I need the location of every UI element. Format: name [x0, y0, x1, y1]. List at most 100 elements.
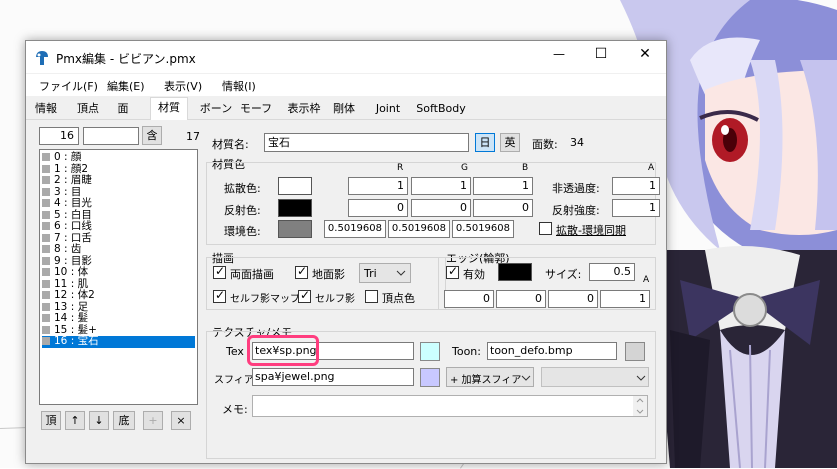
edge-a-label: A: [643, 275, 650, 285]
sphere-mode-value: + 加算スフィア: [450, 375, 522, 386]
include-button[interactable]: 含: [142, 126, 162, 145]
self-shadow-checkbox[interactable]: [298, 288, 311, 303]
list-item-label: 12 : 体2: [54, 289, 95, 301]
edge-a-input[interactable]: 1: [600, 290, 650, 308]
search-input[interactable]: [83, 127, 139, 145]
ambient-swatch[interactable]: [278, 220, 312, 238]
tab-softbody[interactable]: SoftBody: [413, 99, 469, 119]
diffuse-r-input[interactable]: 1: [348, 177, 408, 195]
alpha-input[interactable]: 1: [612, 177, 660, 195]
move-down-button[interactable]: ↓: [89, 411, 109, 430]
edge-g-input[interactable]: 0: [496, 290, 546, 308]
memo-textarea[interactable]: [252, 395, 648, 417]
tab-face[interactable]: 面: [112, 99, 134, 119]
japanese-name-button[interactable]: 日: [475, 133, 495, 152]
menu-bar: ファイル(F) 編集(E) 表示(V) 情報(I): [26, 74, 666, 96]
ground-shadow-checkbox[interactable]: [295, 264, 308, 279]
memo-scrollbar[interactable]: [633, 396, 647, 416]
sphere-mode-select[interactable]: + 加算スフィア: [446, 367, 534, 387]
maximize-button[interactable]: ☐: [586, 46, 616, 62]
move-bottom-button[interactable]: 底: [113, 411, 135, 430]
tex-highlight: [247, 335, 319, 366]
scroll-down-icon: [636, 409, 644, 414]
col-b-label: B: [522, 163, 529, 173]
specular-b-input[interactable]: 0: [473, 199, 533, 217]
double-sided-checkbox[interactable]: [213, 264, 226, 279]
material-tab-panel: 16 含 17 0 : 顔1 : 顔2 2 : 眉睫 3 : 目4 : 目光 5 : …: [29, 120, 665, 462]
vertex-color-checkbox[interactable]: [365, 290, 378, 303]
tab-display-frame[interactable]: 表示枠: [281, 99, 327, 119]
tab-morph[interactable]: モーフ: [238, 99, 274, 119]
sphere-preset-select[interactable]: [541, 367, 649, 387]
add-button[interactable]: +: [143, 411, 163, 430]
toon-input[interactable]: toon_defo.bmp: [487, 342, 617, 360]
tri-select[interactable]: Tri: [359, 263, 411, 283]
specular-swatch[interactable]: [278, 199, 312, 217]
menu-edit[interactable]: 編集(E): [107, 78, 145, 94]
diffuse-ambient-sync-checkbox[interactable]: [539, 222, 552, 235]
move-top-button[interactable]: 頂: [41, 411, 61, 430]
specular-r-input[interactable]: 0: [348, 199, 408, 217]
list-item[interactable]: 16 : 宝石: [42, 335, 195, 348]
edge-b-input[interactable]: 0: [548, 290, 598, 308]
self-shadow-map-checkbox[interactable]: [213, 288, 226, 303]
title-bar[interactable]: Pmx編集 - ビビアン.pmx — ☐ ✕: [26, 41, 666, 73]
material-indicator-icon: [42, 245, 50, 253]
material-indicator-icon: [42, 291, 50, 299]
edge-enabled-label[interactable]: 有効: [463, 266, 485, 282]
edge-r-input[interactable]: 0: [444, 290, 494, 308]
material-indicator-icon: [42, 268, 50, 276]
vertex-color-label[interactable]: 頂点色: [382, 290, 415, 306]
tab-rigid-body[interactable]: 剛体: [329, 99, 359, 119]
delete-button[interactable]: ×: [171, 411, 191, 430]
menu-info[interactable]: 情報(I): [222, 78, 256, 94]
ambient-b-input[interactable]: 0.5019608: [452, 220, 514, 238]
col-a-label: A: [648, 163, 655, 173]
tri-select-value: Tri: [364, 267, 377, 280]
app-icon: [36, 51, 48, 65]
close-button[interactable]: ✕: [630, 46, 660, 62]
menu-view[interactable]: 表示(V): [164, 78, 202, 94]
ground-shadow-label[interactable]: 地面影: [312, 266, 345, 282]
diffuse-swatch[interactable]: [278, 177, 312, 195]
tab-bone[interactable]: ボーン: [199, 99, 233, 119]
tab-material[interactable]: 材質: [150, 97, 188, 120]
minimize-button[interactable]: —: [544, 47, 574, 61]
tex-color-swatch[interactable]: [420, 342, 440, 361]
tab-info[interactable]: 情報: [30, 99, 62, 119]
move-up-button[interactable]: ↑: [65, 411, 85, 430]
edge-color-swatch[interactable]: [498, 263, 532, 281]
diffuse-ambient-sync-label[interactable]: 拡散-環境同期: [556, 222, 626, 238]
specular-power-label: 反射強度:: [552, 204, 600, 217]
tab-vertex[interactable]: 頂点: [70, 99, 106, 119]
diffuse-b-input[interactable]: 1: [473, 177, 533, 195]
ambient-r-input[interactable]: 0.5019608: [324, 220, 386, 238]
english-name-button[interactable]: 英: [500, 133, 520, 152]
edge-size-input[interactable]: 0.5: [589, 263, 635, 281]
diffuse-g-input[interactable]: 1: [411, 177, 471, 195]
edge-enabled-checkbox[interactable]: [446, 264, 459, 279]
material-list[interactable]: 0 : 顔1 : 顔2 2 : 眉睫 3 : 目4 : 目光 5 : 白目 6 : 口线…: [39, 149, 198, 405]
material-indicator-icon: [42, 325, 50, 334]
list-item-label: 13 : 足: [54, 300, 89, 313]
material-indicator-icon: [42, 233, 50, 242]
specular-label: 反射色:: [224, 204, 261, 217]
specular-power-input[interactable]: 1: [612, 199, 660, 217]
tab-joint[interactable]: Joint: [370, 99, 406, 119]
list-item-label: 3 : 目: [54, 185, 82, 198]
tex-label: Tex: [226, 345, 244, 358]
sphere-input[interactable]: spa¥jewel.png: [252, 368, 414, 386]
self-shadow-label[interactable]: セルフ影: [315, 290, 355, 305]
double-sided-label[interactable]: 両面描画: [230, 266, 274, 282]
menu-file[interactable]: ファイル(F): [39, 78, 98, 94]
sphere-color-swatch[interactable]: [420, 368, 440, 387]
specular-g-input[interactable]: 0: [411, 199, 471, 217]
chevron-down-icon: [396, 270, 406, 276]
list-item-label: 16 : 宝石: [54, 335, 99, 347]
index-input[interactable]: 16: [39, 127, 79, 145]
toon-color-swatch[interactable]: [625, 342, 645, 361]
self-shadow-map-label[interactable]: セルフ影マップ: [230, 290, 300, 305]
ambient-g-input[interactable]: 0.5019608: [388, 220, 450, 238]
material-name-input[interactable]: 宝石: [264, 133, 469, 152]
pmx-editor-window: Pmx編集 - ビビアン.pmx — ☐ ✕ ファイル(F) 編集(E) 表示(…: [25, 40, 667, 464]
